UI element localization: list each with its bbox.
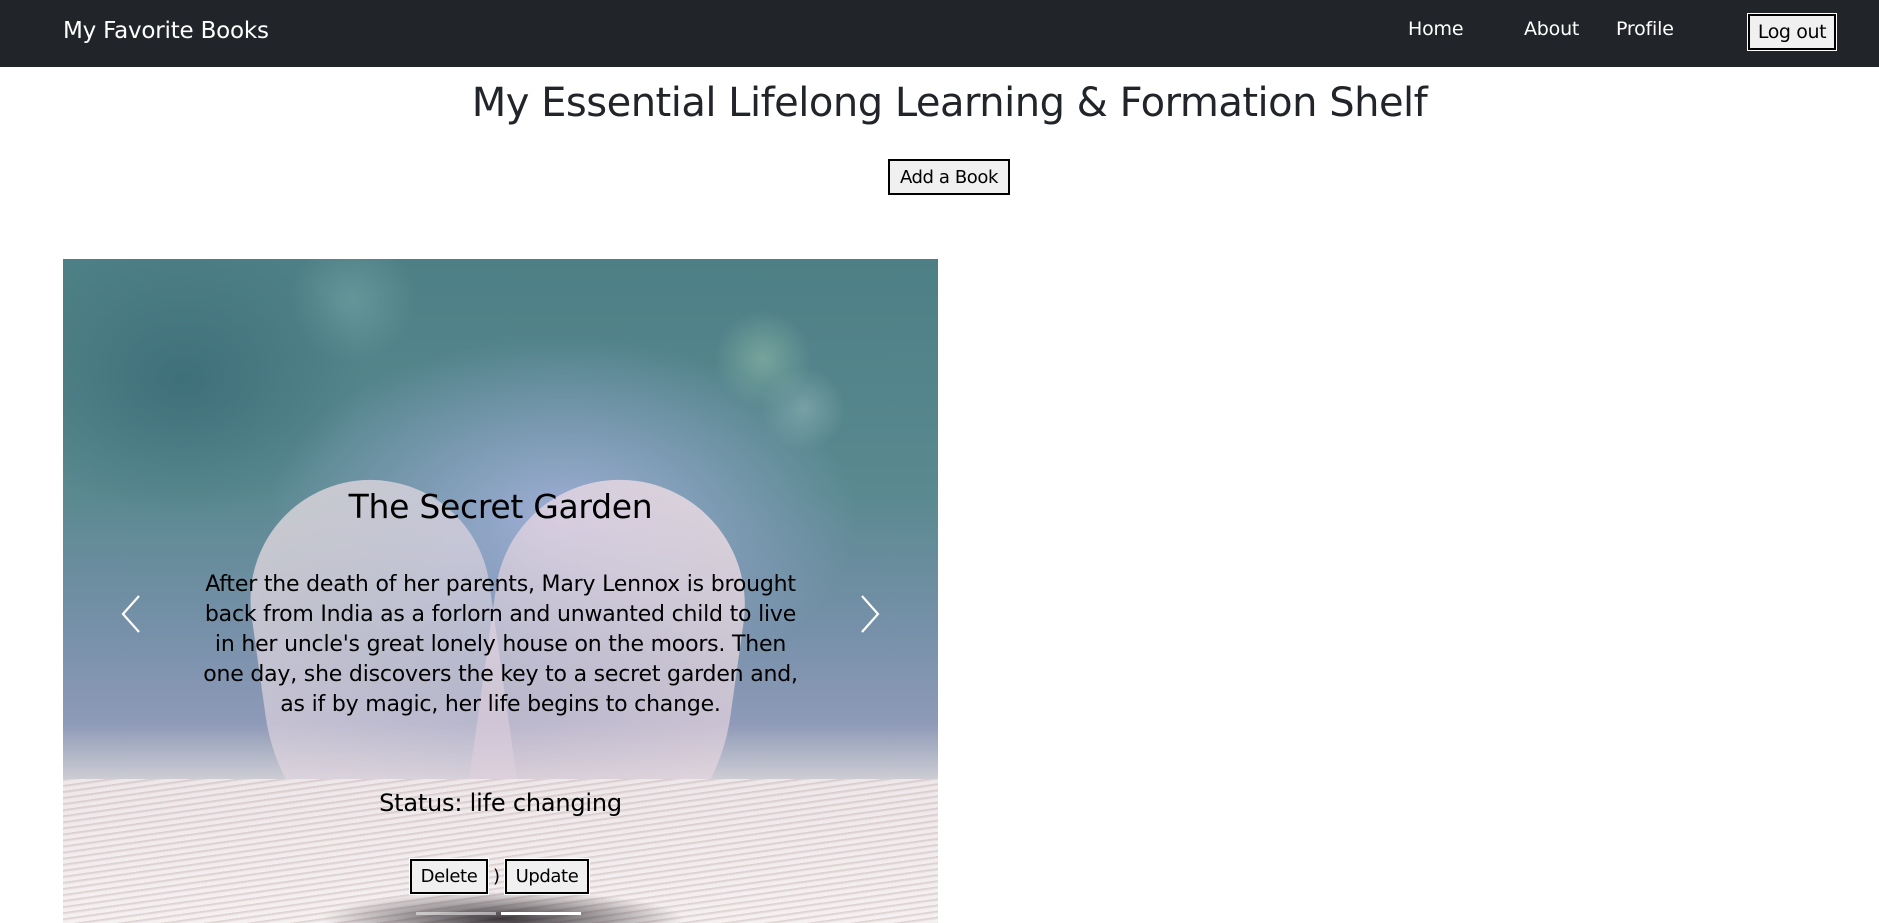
nav-link-profile[interactable]: Profile xyxy=(1616,18,1674,40)
navbar: My Favorite Books Home About Profile Log… xyxy=(0,0,1879,67)
navbar-brand[interactable]: My Favorite Books xyxy=(63,18,269,44)
carousel-indicator-active[interactable] xyxy=(501,912,581,915)
nav-link-home[interactable]: Home xyxy=(1408,18,1464,40)
book-description: After the death of her parents, Mary Len… xyxy=(203,572,798,717)
book-status: Status: life changing xyxy=(379,789,622,817)
page-title: My Essential Lifelong Learning & Formati… xyxy=(471,80,1428,126)
book-carousel: The Secret Garden After the death of her… xyxy=(63,259,938,923)
button-separator: ) xyxy=(492,866,501,887)
carousel-indicator[interactable] xyxy=(416,912,496,915)
delete-book-button[interactable]: Delete xyxy=(409,858,489,895)
nav-link-about[interactable]: About xyxy=(1524,18,1579,40)
add-book-button[interactable]: Add a Book xyxy=(888,159,1010,195)
update-book-button[interactable]: Update xyxy=(504,858,590,895)
book-title: The Secret Garden xyxy=(348,487,653,526)
carousel-caption: The Secret Garden After the death of her… xyxy=(63,259,938,923)
logout-button[interactable]: Log out xyxy=(1747,13,1837,51)
